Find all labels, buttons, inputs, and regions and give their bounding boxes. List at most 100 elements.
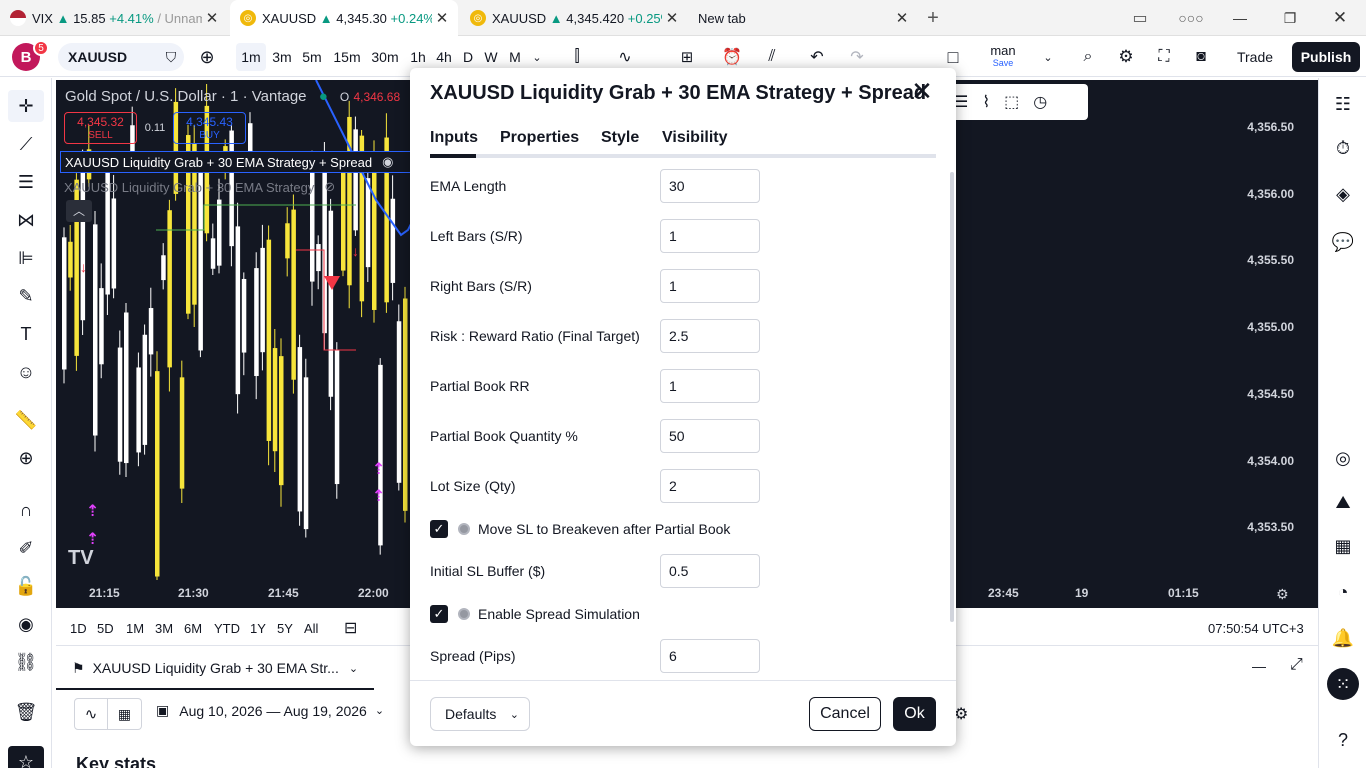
maximize-panel-icon[interactable]: ⤢ bbox=[1290, 656, 1303, 674]
axis-settings-icon[interactable]: ⚙ bbox=[1276, 586, 1289, 603]
range-6m[interactable]: 6M bbox=[184, 610, 202, 646]
sell-button[interactable]: 4,345.32 SELL bbox=[64, 112, 137, 144]
collapse-legend-icon[interactable]: ︿ bbox=[66, 200, 92, 222]
range-1m[interactable]: 1M bbox=[126, 610, 144, 646]
tab-inputs[interactable]: Inputs bbox=[430, 129, 478, 147]
emoji-icon[interactable]: ☺ bbox=[8, 356, 44, 388]
eye-hidden-icon[interactable]: ⊘ bbox=[324, 179, 335, 195]
list-icon[interactable]: ☰ bbox=[954, 92, 968, 112]
eye-icon[interactable]: ◉ bbox=[8, 608, 44, 640]
magnet-icon[interactable]: ∩ bbox=[8, 494, 44, 526]
close-tab-icon[interactable]: ✕ bbox=[892, 9, 912, 27]
range-5d[interactable]: 5D bbox=[97, 610, 114, 646]
range-3m[interactable]: 3M bbox=[155, 610, 173, 646]
shield-plus-icon[interactable]: ⛉ bbox=[160, 37, 182, 77]
close-icon[interactable]: ✕ bbox=[908, 78, 936, 106]
publish-button[interactable]: Publish bbox=[1292, 42, 1360, 72]
minimize-icon[interactable]: — bbox=[1218, 0, 1262, 36]
ok-button[interactable]: Ok bbox=[893, 697, 936, 731]
quick-search-icon[interactable]: ⌕ bbox=[1076, 37, 1100, 77]
range-ytd[interactable]: YTD bbox=[214, 610, 240, 646]
star-icon[interactable]: ☆ bbox=[8, 746, 44, 768]
prediction-icon[interactable]: ⊫ bbox=[8, 242, 44, 274]
target-icon[interactable]: ◎ bbox=[1325, 442, 1361, 474]
alerts-clock-icon[interactable]: ⏱ bbox=[1325, 132, 1361, 164]
indicator-legend-2[interactable]: XAUUSD Liquidity Grab + 30 EMA Strategy … bbox=[60, 176, 339, 198]
close-window-icon[interactable]: ✕ bbox=[1318, 0, 1362, 36]
lock-pencil-icon[interactable]: ✐ bbox=[8, 532, 44, 564]
pattern-icon[interactable]: ⋈ bbox=[8, 204, 44, 236]
trade-button[interactable]: Trade bbox=[1228, 43, 1282, 71]
settings-gear-icon[interactable]: ⚙ bbox=[954, 704, 968, 724]
clock-icon[interactable]: ◷ bbox=[1033, 92, 1047, 112]
interval-15m[interactable]: 15m bbox=[332, 37, 362, 77]
interval-1m[interactable]: 1m bbox=[236, 43, 266, 71]
indicator-legend-1[interactable]: XAUUSD Liquidity Grab + 30 EMA Strategy … bbox=[60, 151, 420, 173]
link-icon[interactable]: ⛓ bbox=[8, 646, 44, 678]
crosshair-icon[interactable]: ✛ bbox=[8, 90, 44, 122]
sl-buffer-input[interactable]: 0.5 bbox=[660, 554, 760, 588]
cancel-button[interactable]: Cancel bbox=[809, 697, 881, 731]
new-tab-icon[interactable]: + bbox=[920, 0, 946, 38]
fib-lines-icon[interactable]: ☰ bbox=[8, 166, 44, 198]
close-tab-icon[interactable]: ✕ bbox=[432, 9, 452, 27]
close-tab-icon[interactable]: ✕ bbox=[202, 9, 222, 27]
brush-icon[interactable]: ✎ bbox=[8, 280, 44, 312]
spread-pips-input[interactable]: 6 bbox=[660, 639, 760, 673]
restore-icon[interactable]: ❐ bbox=[1268, 0, 1312, 36]
browser-tab-xauusd-2[interactable]: ◎ XAUUSD ▲ 4,345.420 +0.25% ✕ bbox=[460, 0, 688, 36]
breakeven-checkbox-row[interactable]: ✓ Move SL to Breakeven after Partial Boo… bbox=[430, 517, 730, 541]
fullscreen-icon[interactable]: ⛶ bbox=[1152, 37, 1176, 77]
price-axis[interactable]: 4,356.50 4,356.00 4,355.50 4,355.00 4,35… bbox=[1242, 80, 1318, 608]
chevron-down-icon[interactable]: ⌄ bbox=[1038, 37, 1058, 77]
strategy-tab[interactable]: ⚑ XAUUSD Liquidity Grab + 30 EMA Str... … bbox=[56, 648, 374, 690]
buy-button[interactable]: 4,345.43 BUY bbox=[173, 112, 246, 144]
tab-visibility[interactable]: Visibility bbox=[662, 129, 728, 147]
camera-icon[interactable]: ◙ bbox=[1188, 37, 1214, 77]
date-range-picker[interactable]: ▣ Aug 10, 2026 — Aug 19, 2026 ⌄ bbox=[156, 702, 384, 719]
text-icon[interactable]: T bbox=[8, 318, 44, 350]
timezone-clock[interactable]: 07:50:54 UTC+3 bbox=[1208, 610, 1304, 646]
goto-date-icon[interactable]: ⊟ bbox=[344, 610, 357, 646]
ema-length-input[interactable]: 30 bbox=[660, 169, 760, 203]
layers-icon[interactable]: ◈ bbox=[1325, 178, 1361, 210]
layout-name[interactable]: man Save bbox=[980, 41, 1026, 73]
watchlist-icon[interactable]: ☷ bbox=[1325, 88, 1361, 120]
range-5y[interactable]: 5Y bbox=[277, 610, 293, 646]
chart-view-icon[interactable]: ∿ bbox=[74, 698, 108, 730]
spread-sim-checkbox-row[interactable]: ✓ Enable Spread Simulation bbox=[430, 602, 640, 626]
calendar-icon[interactable]: ▦ bbox=[1325, 530, 1361, 562]
browser-tab-vix[interactable]: VIX ▲ 15.85 +4.41% / Unnam ✕ bbox=[0, 0, 228, 36]
close-tab-icon[interactable]: ✕ bbox=[662, 9, 682, 27]
interval-5m[interactable]: 5m bbox=[300, 37, 324, 77]
defaults-dropdown[interactable]: Defaults ⌄ bbox=[430, 697, 530, 731]
range-all[interactable]: All bbox=[304, 610, 318, 646]
notifications-icon[interactable]: 🔔 bbox=[1325, 622, 1361, 654]
left-bars-input[interactable]: 1 bbox=[660, 219, 760, 253]
table-view-icon[interactable]: ▦ bbox=[108, 698, 142, 730]
rectangle-icon[interactable]: ⬚ bbox=[1004, 92, 1019, 112]
trash-icon[interactable]: 🗑 bbox=[8, 696, 44, 728]
risk-reward-input[interactable]: 2.5 bbox=[660, 319, 760, 353]
range-1y[interactable]: 1Y bbox=[250, 610, 266, 646]
dialog-scrollbar[interactable] bbox=[950, 172, 954, 622]
minimize-panel-icon[interactable]: — bbox=[1252, 658, 1266, 674]
interval-3m[interactable]: 3m bbox=[270, 37, 294, 77]
apps-grid-icon[interactable]: ⁙ bbox=[1327, 668, 1359, 700]
browser-tab-new[interactable]: New tab ✕ bbox=[690, 0, 918, 36]
line-tool-icon[interactable]: ⌇ bbox=[982, 92, 990, 112]
desktop-icon[interactable]: ▭ bbox=[1126, 0, 1154, 38]
lot-size-input[interactable]: 2 bbox=[660, 469, 760, 503]
lock-icon[interactable]: 🔓 bbox=[8, 570, 44, 602]
zoom-in-icon[interactable]: ⊕ bbox=[8, 442, 44, 474]
chat-icon[interactable]: 💬 bbox=[1325, 226, 1361, 258]
spread-sim-checkbox[interactable]: ✓ bbox=[430, 605, 448, 623]
ideas-icon[interactable]: ⛰ bbox=[1325, 486, 1361, 518]
chevron-down-icon[interactable]: ⌄ bbox=[349, 662, 358, 675]
tab-properties[interactable]: Properties bbox=[500, 129, 579, 147]
settings-icon[interactable]: ⚙ bbox=[1114, 37, 1138, 77]
range-1d[interactable]: 1D bbox=[70, 610, 87, 646]
compare-plus-icon[interactable]: ⊕ bbox=[196, 37, 218, 77]
trendline-icon[interactable]: ⟋ bbox=[8, 128, 44, 160]
tab-style[interactable]: Style bbox=[601, 129, 639, 147]
